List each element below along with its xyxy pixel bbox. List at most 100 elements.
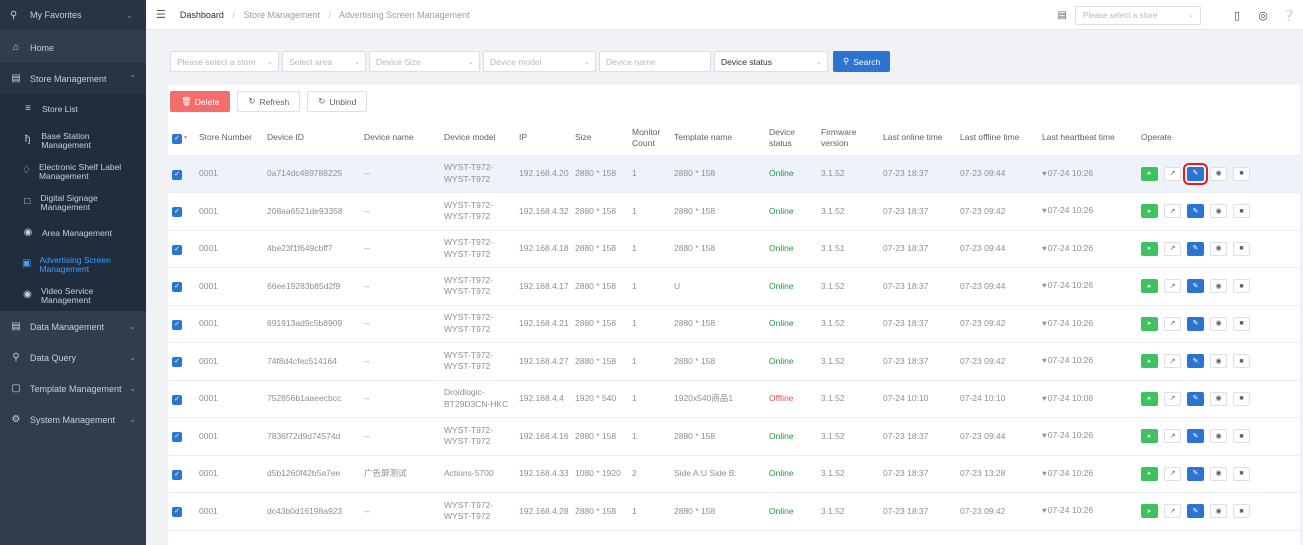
edit-button[interactable]: ✎ bbox=[1187, 466, 1204, 481]
play-button[interactable]: ▸ bbox=[1141, 504, 1158, 519]
row-checkbox[interactable]: ✓ bbox=[168, 305, 195, 343]
table-row[interactable]: ✓ 0001 74f8d4cfec514164 -- WYST-T972-WYST-T9… bbox=[168, 342, 1300, 381]
link-button[interactable]: ↗ bbox=[1164, 466, 1181, 481]
area-filter-select[interactable]: Select area ⌄ bbox=[282, 51, 366, 72]
sidebar-item-advertising-screen[interactable]: ▣ Advertising Screen Management bbox=[0, 249, 146, 280]
sidebar-item-area[interactable]: ◉ Area Management bbox=[0, 218, 146, 249]
play-button[interactable]: ▸ bbox=[1141, 279, 1158, 294]
link-button[interactable]: ↗ bbox=[1164, 279, 1181, 294]
store-select[interactable]: Please select a store ⌄ bbox=[1075, 5, 1201, 25]
menu-toggle-icon[interactable]: ☰ bbox=[156, 8, 166, 21]
edit-button[interactable]: ✎ bbox=[1187, 354, 1204, 369]
refresh-button[interactable]: ↻ Refresh bbox=[237, 91, 301, 112]
view-button[interactable]: ◉ bbox=[1210, 429, 1227, 444]
view-button[interactable]: ◉ bbox=[1210, 166, 1227, 181]
sidebar-item-store-management[interactable]: ▤ Store Management ⌃ bbox=[0, 63, 146, 94]
play-button[interactable]: ▸ bbox=[1141, 466, 1158, 481]
play-button[interactable]: ▸ bbox=[1141, 391, 1158, 406]
sidebar-item-store-list[interactable]: ≡ Store List bbox=[0, 94, 146, 125]
play-button[interactable]: ▸ bbox=[1141, 316, 1158, 331]
sidebar-item-esl[interactable]: ♢ Electronic Shelf Label Management bbox=[0, 156, 146, 187]
edit-button[interactable]: ✎ bbox=[1187, 429, 1204, 444]
sidebar-favorites[interactable]: ⚲ My Favorites ⌄ bbox=[0, 0, 146, 30]
screenshot-button[interactable]: ■ bbox=[1233, 166, 1250, 181]
play-button[interactable]: ▸ bbox=[1141, 241, 1158, 256]
view-button[interactable]: ◉ bbox=[1210, 204, 1227, 219]
sidebar-item-data-query[interactable]: ⚲ Data Query ⌄ bbox=[0, 342, 146, 373]
select-all-checkbox[interactable]: ✓ ▾ bbox=[168, 121, 195, 156]
model-filter-select[interactable]: Device model ⌄ bbox=[483, 51, 596, 72]
sidebar-item-template-management[interactable]: ▢ Template Management ⌄ bbox=[0, 373, 146, 404]
device-name-input[interactable]: Device name bbox=[599, 51, 711, 72]
row-checkbox[interactable]: ✓ bbox=[168, 455, 195, 493]
screenshot-button[interactable]: ■ bbox=[1233, 466, 1250, 481]
table-row[interactable]: ✓ 0001 0a714dc489788225 -- WYST-T972-WYST-T9… bbox=[168, 155, 1300, 193]
row-checkbox[interactable]: ✓ bbox=[168, 155, 195, 193]
size-filter-select[interactable]: Device Size ⌄ bbox=[369, 51, 480, 72]
row-checkbox[interactable]: ✓ bbox=[168, 230, 195, 268]
view-button[interactable]: ◉ bbox=[1210, 279, 1227, 294]
view-button[interactable]: ◉ bbox=[1210, 354, 1227, 369]
link-button[interactable]: ↗ bbox=[1164, 391, 1181, 406]
table-row[interactable]: ✓ 0001 dc43b0d16198a923 -- WYST-T972-WYST-T9… bbox=[168, 492, 1300, 531]
view-button[interactable]: ◉ bbox=[1210, 391, 1227, 406]
link-button[interactable]: ↗ bbox=[1164, 241, 1181, 256]
table-row[interactable]: ✓ 0001 752856b1aaeecbcc -- Droidlogic-BT29D3… bbox=[168, 380, 1300, 418]
screenshot-button[interactable]: ■ bbox=[1233, 391, 1250, 406]
edit-button[interactable]: ✎ bbox=[1187, 504, 1204, 519]
screenshot-button[interactable]: ■ bbox=[1233, 316, 1250, 331]
row-checkbox[interactable]: ✓ bbox=[168, 342, 195, 381]
screenshot-button[interactable]: ■ bbox=[1233, 429, 1250, 444]
edit-button[interactable]: ✎ bbox=[1187, 316, 1204, 331]
sidebar-item-digital-signage[interactable]: □ Digital Signage Management bbox=[0, 187, 146, 218]
link-button[interactable]: ↗ bbox=[1164, 204, 1181, 219]
play-button[interactable]: ▸ bbox=[1141, 166, 1158, 181]
delete-button[interactable]: 🗑 Delete bbox=[170, 91, 231, 112]
edit-button[interactable]: ✎ bbox=[1187, 241, 1204, 256]
table-row[interactable]: ✓ 0001 66ee19283b85d2f9 -- WYST-T972-WYST-T9… bbox=[168, 267, 1300, 306]
play-button[interactable]: ▸ bbox=[1141, 429, 1158, 444]
link-button[interactable]: ↗ bbox=[1164, 429, 1181, 444]
edit-button[interactable]: ✎ bbox=[1187, 391, 1204, 406]
screenshot-button[interactable]: ■ bbox=[1233, 504, 1250, 519]
screenshot-button[interactable]: ■ bbox=[1233, 204, 1250, 219]
link-button[interactable]: ↗ bbox=[1164, 354, 1181, 369]
screenshot-button[interactable]: ■ bbox=[1233, 354, 1250, 369]
sidebar-item-data-management[interactable]: ▤ Data Management ⌄ bbox=[0, 311, 146, 342]
view-button[interactable]: ◉ bbox=[1210, 241, 1227, 256]
play-button[interactable]: ▸ bbox=[1141, 204, 1158, 219]
sidebar-item-home[interactable]: ⌂ Home bbox=[0, 32, 146, 63]
row-checkbox[interactable]: ✓ bbox=[168, 192, 195, 231]
edit-button[interactable]: ✎ bbox=[1183, 162, 1208, 185]
view-button[interactable]: ◉ bbox=[1210, 466, 1227, 481]
link-button[interactable]: ↗ bbox=[1164, 166, 1181, 181]
play-button[interactable]: ▸ bbox=[1141, 354, 1158, 369]
unbind-button[interactable]: ↻ Unbind bbox=[307, 91, 368, 112]
sidebar-item-system-management[interactable]: ⚙ System Management ⌄ bbox=[0, 404, 146, 435]
globe-icon[interactable]: ◎ bbox=[1255, 7, 1271, 23]
status-filter-select[interactable]: Device status ⌄ bbox=[714, 51, 828, 72]
row-checkbox[interactable]: ✓ bbox=[168, 417, 195, 456]
row-checkbox[interactable]: ✓ bbox=[168, 492, 195, 531]
breadcrumb-dashboard[interactable]: Dashboard bbox=[180, 10, 224, 20]
screenshot-button[interactable]: ■ bbox=[1233, 241, 1250, 256]
sidebar-item-video-service[interactable]: ◉ Video Service Management bbox=[0, 280, 146, 311]
table-row[interactable]: ✓ 0001 d5b1260f42b5a7ee 广告屏测试 Actions-5700 19… bbox=[168, 455, 1300, 493]
store-filter-select[interactable]: Please select a store ⌄ bbox=[170, 51, 279, 72]
table-row[interactable]: ✓ 0001 691913ad9c5b8909 -- WYST-T972-WYST-T9… bbox=[168, 305, 1300, 343]
screenshot-button[interactable]: ■ bbox=[1233, 279, 1250, 294]
table-row[interactable]: ✓ 0001 4be23f1f649cbff7 -- WYST-T972-WYST-T9… bbox=[168, 230, 1300, 268]
edit-button[interactable]: ✎ bbox=[1187, 279, 1204, 294]
tablet-icon[interactable]: ▯ bbox=[1229, 7, 1245, 23]
view-button[interactable]: ◉ bbox=[1210, 316, 1227, 331]
link-button[interactable]: ↗ bbox=[1164, 504, 1181, 519]
sidebar-item-base-station[interactable]: ђ Base Station Management bbox=[0, 125, 146, 156]
link-button[interactable]: ↗ bbox=[1164, 316, 1181, 331]
row-checkbox[interactable]: ✓ bbox=[168, 267, 195, 306]
table-row[interactable]: ✓ 0001 208aa6521de93358 -- WYST-T972-WYST-T9… bbox=[168, 192, 1300, 231]
breadcrumb-store-management[interactable]: Store Management bbox=[243, 10, 320, 20]
view-button[interactable]: ◉ bbox=[1210, 504, 1227, 519]
edit-button[interactable]: ✎ bbox=[1187, 204, 1204, 219]
search-button[interactable]: ⚲ Search bbox=[833, 51, 891, 72]
help-icon[interactable]: ❔ bbox=[1281, 7, 1297, 23]
